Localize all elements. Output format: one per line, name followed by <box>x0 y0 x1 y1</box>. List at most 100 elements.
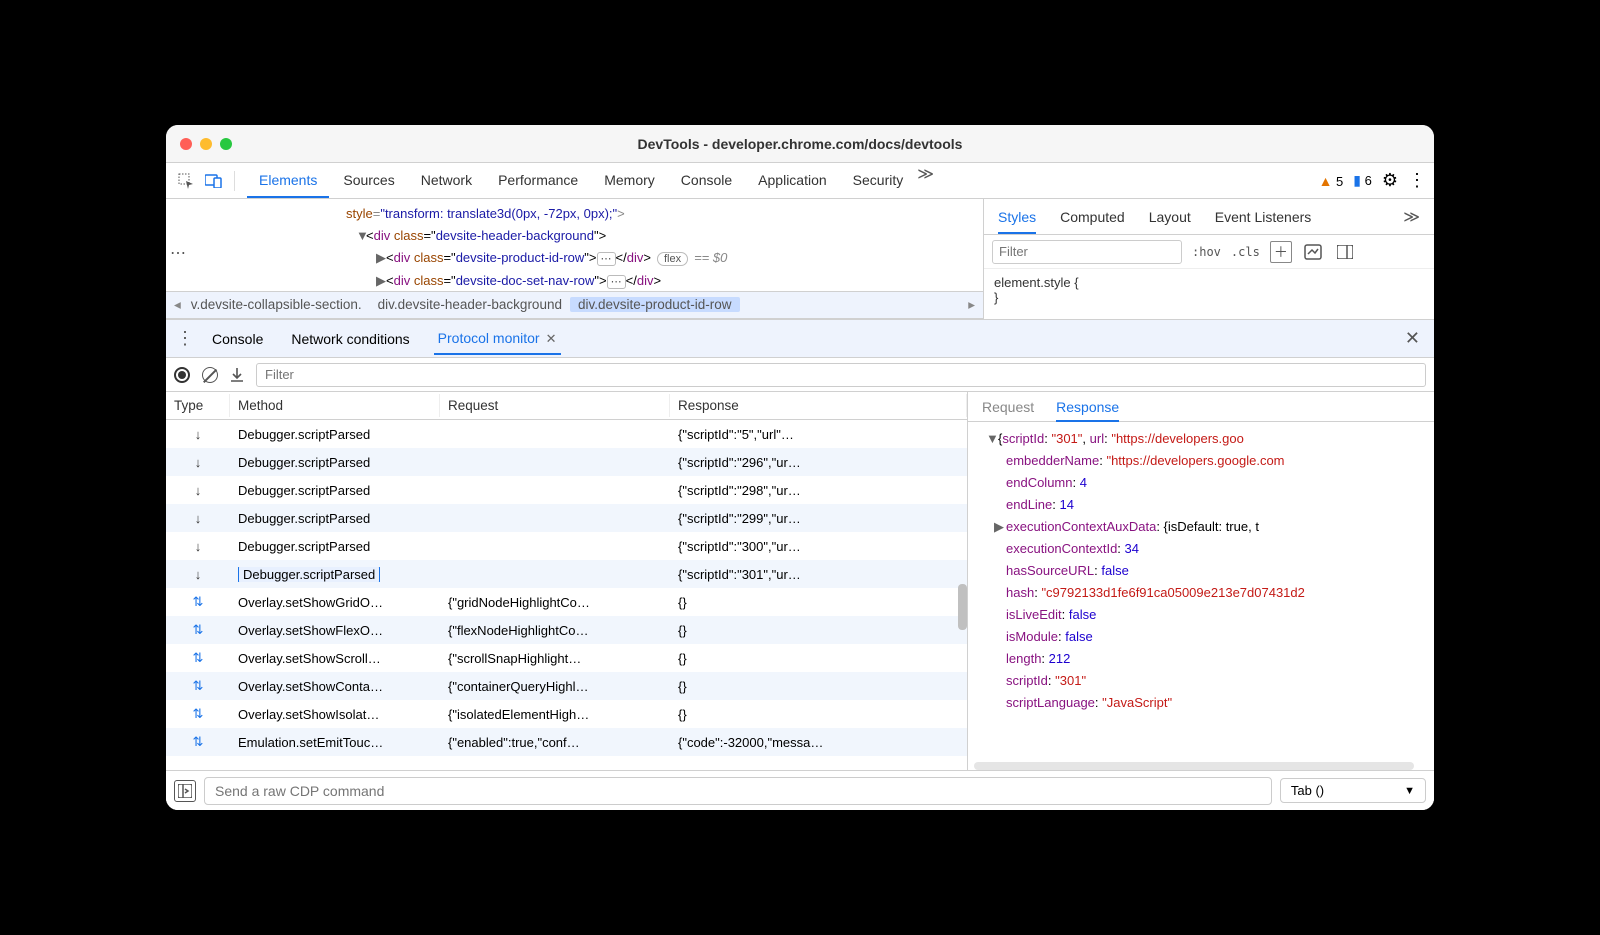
drawer-tab-protocol-monitor[interactable]: Protocol monitor✕ <box>424 322 571 355</box>
protocol-table-header: Type Method Request Response <box>166 392 967 420</box>
header-response[interactable]: Response <box>670 394 967 417</box>
style-rule-close: } <box>994 290 1424 305</box>
cdp-command-bar: Tab ()▼ <box>166 770 1434 810</box>
tab-performance[interactable]: Performance <box>486 164 590 198</box>
response-panel: Request Response ▼{scriptId: "301", url:… <box>968 392 1434 770</box>
styles-sidebar: Styles Computed Layout Event Listeners ≫… <box>984 199 1434 319</box>
divider <box>234 171 235 191</box>
drawer-menu-icon[interactable]: ⋮ <box>172 328 198 349</box>
record-icon[interactable] <box>174 367 190 383</box>
tab-network[interactable]: Network <box>409 164 484 198</box>
tab-sources[interactable]: Sources <box>331 164 406 198</box>
table-row[interactable]: ⇅Overlay.setShowFlexO…{"flexNodeHighligh… <box>166 616 967 644</box>
style-rule-open: element.style { <box>994 275 1424 290</box>
dom-tree[interactable]: ⋯ style="transform: translate3d(0px, -72… <box>166 199 983 291</box>
overflow-menu-icon[interactable]: ⋯ <box>170 243 185 265</box>
header-request[interactable]: Request <box>440 394 670 417</box>
chevron-down-icon: ▼ <box>1404 785 1415 797</box>
dom-line[interactable]: style="transform: translate3d(0px, -72px… <box>166 203 983 225</box>
clear-icon[interactable] <box>202 367 218 383</box>
protocol-monitor-toolbar <box>166 358 1434 392</box>
table-row[interactable]: ↓Debugger.scriptParsed{"scriptId":"300",… <box>166 532 967 560</box>
tab-memory[interactable]: Memory <box>592 164 667 198</box>
main-toolbar: Elements Sources Network Performance Mem… <box>166 163 1434 199</box>
table-row[interactable]: ↓Debugger.scriptParsed{"scriptId":"5","u… <box>166 420 967 448</box>
breadcrumb: ◂ v.devsite-collapsible-section. div.dev… <box>166 291 983 319</box>
inspect-element-icon[interactable] <box>174 169 198 193</box>
table-row[interactable]: ⇅Overlay.setShowScroll…{"scrollSnapHighl… <box>166 644 967 672</box>
styles-tab-layout[interactable]: Layout <box>1149 209 1191 225</box>
drawer: ⋮ Console Network conditions Protocol mo… <box>166 319 1434 810</box>
breadcrumb-item[interactable]: v.devsite-collapsible-section. <box>183 297 370 312</box>
breadcrumb-scroll-left-icon[interactable]: ◂ <box>172 297 183 313</box>
drawer-tabs: ⋮ Console Network conditions Protocol mo… <box>166 320 1434 358</box>
save-icon[interactable] <box>230 367 244 383</box>
styles-tab-styles[interactable]: Styles <box>998 209 1036 234</box>
response-tab-response[interactable]: Response <box>1056 399 1119 422</box>
settings-icon[interactable]: ⚙ <box>1382 170 1398 191</box>
styles-filter-input[interactable] <box>992 240 1182 264</box>
more-styles-tabs-icon[interactable]: ≫ <box>1403 207 1420 227</box>
more-menu-icon[interactable]: ⋮ <box>1408 170 1426 191</box>
header-type[interactable]: Type <box>166 394 230 417</box>
issues-badge[interactable]: ▮ 6 <box>1353 172 1372 189</box>
tab-console[interactable]: Console <box>669 164 744 198</box>
protocol-table-body[interactable]: ↓Debugger.scriptParsed{"scriptId":"5","u… <box>166 420 967 770</box>
close-tab-icon[interactable]: ✕ <box>546 331 557 346</box>
styles-tab-event-listeners[interactable]: Event Listeners <box>1215 209 1312 225</box>
protocol-table: Type Method Request Response ↓Debugger.s… <box>166 392 968 770</box>
drawer-tab-console[interactable]: Console <box>198 323 277 355</box>
table-row[interactable]: ⇅Emulation.setEmitTouc…{"enabled":true,"… <box>166 728 967 756</box>
styles-tab-computed[interactable]: Computed <box>1060 209 1125 225</box>
table-row[interactable]: ⇅Overlay.setShowConta…{"containerQueryHi… <box>166 672 967 700</box>
table-row[interactable]: ↓Debugger.scriptParsed{"scriptId":"299",… <box>166 504 967 532</box>
close-drawer-icon[interactable]: ✕ <box>1397 328 1428 349</box>
minimize-window-button[interactable] <box>200 138 212 150</box>
dom-line[interactable]: ▼<div class="devsite-header-background"> <box>166 225 983 247</box>
table-row[interactable]: ↓Debugger.scriptParsed{"scriptId":"301",… <box>166 560 967 588</box>
styles-tabs: Styles Computed Layout Event Listeners ≫ <box>984 199 1434 235</box>
table-row[interactable]: ⇅Overlay.setShowIsolat…{"isolatedElement… <box>166 700 967 728</box>
breadcrumb-scroll-right-icon[interactable]: ▸ <box>966 297 977 313</box>
hov-toggle[interactable]: :hov <box>1192 245 1221 259</box>
warnings-badge[interactable]: ▲ 5 <box>1319 173 1344 189</box>
table-row[interactable]: ↓Debugger.scriptParsed{"scriptId":"298",… <box>166 476 967 504</box>
horizontal-scrollbar[interactable] <box>974 762 1414 770</box>
tab-security[interactable]: Security <box>841 164 916 198</box>
window-titlebar: DevTools - developer.chrome.com/docs/dev… <box>166 125 1434 163</box>
toggle-sidebar-icon[interactable] <box>1334 241 1356 263</box>
devtools-window: DevTools - developer.chrome.com/docs/dev… <box>166 125 1434 810</box>
tab-application[interactable]: Application <box>746 164 839 198</box>
tab-complete-hint[interactable]: Tab ()▼ <box>1280 778 1426 803</box>
dom-tree-pane: ⋯ style="transform: translate3d(0px, -72… <box>166 199 984 319</box>
vertical-scrollbar[interactable] <box>958 504 967 684</box>
table-row[interactable]: ↓Debugger.scriptParsed{"scriptId":"296",… <box>166 448 967 476</box>
dom-line[interactable]: ▶<div class="devsite-product-id-row">⋯</… <box>166 247 983 270</box>
zoom-window-button[interactable] <box>220 138 232 150</box>
breadcrumb-item[interactable]: div.devsite-header-background <box>370 297 570 312</box>
flex-badge[interactable]: flex <box>657 252 688 266</box>
response-json-viewer[interactable]: ▼{scriptId: "301", url: "https://develop… <box>968 422 1434 770</box>
device-toolbar-icon[interactable] <box>202 169 226 193</box>
dom-line[interactable]: ▶<div class="devsite-doc-set-nav-row">⋯<… <box>166 270 983 291</box>
breadcrumb-item[interactable]: div.devsite-product-id-row <box>570 297 740 312</box>
header-method[interactable]: Method <box>230 394 440 417</box>
more-tabs-icon[interactable]: ≫ <box>917 164 934 198</box>
response-tab-request[interactable]: Request <box>982 399 1034 415</box>
window-title: DevTools - developer.chrome.com/docs/dev… <box>166 136 1434 152</box>
main-tabs: Elements Sources Network Performance Mem… <box>247 164 934 198</box>
new-style-rule-icon[interactable]: ＋ <box>1270 241 1292 263</box>
cls-toggle[interactable]: .cls <box>1231 245 1260 259</box>
tab-elements[interactable]: Elements <box>247 164 329 198</box>
toggle-editor-icon[interactable] <box>174 780 196 802</box>
computed-styles-icon[interactable] <box>1302 241 1324 263</box>
table-row[interactable]: ⇅Overlay.setShowGridO…{"gridNodeHighligh… <box>166 588 967 616</box>
protocol-filter-input[interactable] <box>256 363 1426 387</box>
elements-panel-split: ⋯ style="transform: translate3d(0px, -72… <box>166 199 1434 319</box>
styles-rules[interactable]: element.style { } <box>984 269 1434 311</box>
cdp-command-input[interactable] <box>204 777 1272 805</box>
styles-toolbar: :hov .cls ＋ <box>984 235 1434 269</box>
close-window-button[interactable] <box>180 138 192 150</box>
response-tabs: Request Response <box>968 392 1434 422</box>
drawer-tab-network-conditions[interactable]: Network conditions <box>277 323 423 355</box>
